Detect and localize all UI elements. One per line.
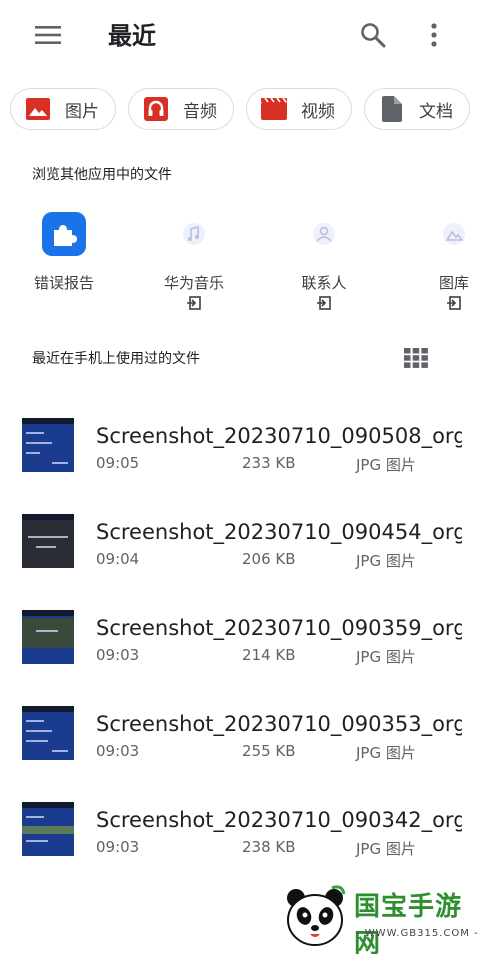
more-vert-icon — [431, 23, 437, 47]
watermark-text: 国宝手游网 — [354, 892, 463, 954]
file-size: 206 KB — [242, 550, 296, 568]
chip-label: 音频 — [183, 101, 217, 122]
file-row[interactable]: Screenshot_20230710_090454_org.... 09:04… — [0, 496, 480, 592]
grid-view-icon — [404, 348, 428, 368]
file-time: 09:03 — [96, 646, 140, 664]
gallery-app-icon — [432, 212, 476, 256]
file-thumbnail — [22, 610, 74, 664]
file-thumbnail — [22, 802, 74, 856]
chip-video[interactable]: 视频 — [246, 88, 352, 130]
file-row[interactable]: Screenshot_20230710_090359_org.... 09:03… — [0, 592, 480, 688]
video-icon — [261, 96, 287, 122]
grid-view-button[interactable] — [404, 348, 428, 368]
search-icon — [361, 23, 386, 48]
image-icon — [25, 96, 51, 122]
file-time: 09:05 — [96, 454, 140, 472]
more-options-button[interactable] — [422, 18, 446, 52]
file-type: JPG 图片 — [356, 648, 416, 666]
file-row[interactable]: Screenshot_20230710_090353_org.... 09:03… — [0, 688, 480, 784]
open-in-app-icon — [447, 296, 461, 310]
music-app-icon — [172, 212, 216, 256]
app-gallery[interactable]: 图库 — [399, 206, 480, 316]
chip-documents[interactable]: 文档 — [364, 88, 470, 130]
file-name: Screenshot_20230710_090359_org.... — [96, 616, 462, 640]
page-title: 最近 — [108, 22, 156, 50]
app-name: 错误报告 — [33, 274, 94, 292]
file-name: Screenshot_20230710_090342_org.... — [96, 808, 462, 832]
file-thumbnail — [22, 514, 74, 568]
search-button[interactable] — [356, 18, 390, 52]
app-name: 联系人 — [301, 274, 347, 292]
menu-button[interactable] — [30, 20, 66, 50]
open-in-app-icon — [187, 296, 201, 310]
chip-images[interactable]: 图片 — [10, 88, 116, 130]
file-row[interactable]: Screenshot_20230710_090508_org.... 09:05… — [0, 400, 480, 496]
chip-label: 文档 — [419, 101, 453, 122]
other-apps-title: 浏览其他应用中的文件 — [32, 167, 172, 183]
file-size: 255 KB — [242, 742, 296, 760]
chip-label: 图片 — [65, 101, 99, 122]
app-huawei-music[interactable]: 华为音乐 — [139, 206, 249, 316]
category-chips: 图片 音频 视频 文档 — [10, 88, 470, 130]
open-in-app-icon — [317, 296, 331, 310]
file-time: 09:04 — [96, 550, 140, 568]
file-size: 238 KB — [242, 838, 296, 856]
file-type: JPG 图片 — [356, 840, 416, 858]
file-time: 09:03 — [96, 838, 140, 856]
top-app-bar: 最近 — [0, 0, 480, 72]
file-thumbnail — [22, 706, 74, 760]
other-apps-row: 错误报告 华为音乐 联系人 图库 — [0, 206, 480, 316]
chip-audio[interactable]: 音频 — [128, 88, 234, 130]
headphones-icon — [143, 96, 169, 122]
file-thumbnail — [22, 418, 74, 472]
puzzle-icon — [42, 212, 86, 256]
file-size: 214 KB — [242, 646, 296, 664]
file-time: 09:03 — [96, 742, 140, 760]
panda-logo-icon — [287, 885, 346, 946]
file-type: JPG 图片 — [356, 456, 416, 474]
file-name: Screenshot_20230710_090454_org.... — [96, 520, 462, 544]
watermark-url: - WWW.GB315.COM - — [356, 928, 479, 939]
app-name: 图库 — [438, 274, 469, 292]
app-contacts[interactable]: 联系人 — [269, 206, 379, 316]
app-bug-report[interactable]: 错误报告 — [9, 206, 119, 316]
file-type: JPG 图片 — [356, 744, 416, 762]
contacts-app-icon — [302, 212, 346, 256]
file-size: 233 KB — [242, 454, 296, 472]
file-name: Screenshot_20230710_090508_org.... — [96, 424, 462, 448]
file-name: Screenshot_20230710_090353_org.... — [96, 712, 462, 736]
file-type: JPG 图片 — [356, 552, 416, 570]
document-icon — [379, 96, 405, 122]
menu-icon — [35, 26, 61, 44]
file-row[interactable]: Screenshot_20230710_090342_org.... 09:03… — [0, 784, 480, 880]
chip-label: 视频 — [301, 101, 335, 122]
app-name: 华为音乐 — [163, 274, 224, 292]
watermark: 国宝手游网 - WWW.GB315.COM - — [264, 876, 480, 954]
recent-files-title: 最近在手机上使用过的文件 — [32, 351, 200, 367]
